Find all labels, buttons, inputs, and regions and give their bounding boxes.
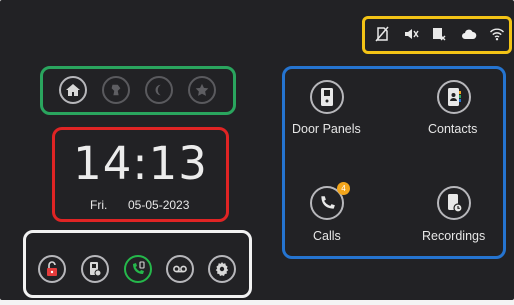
phone-icon (321, 196, 335, 209)
recordings-button[interactable] (437, 186, 471, 220)
voicemail-button[interactable] (166, 255, 194, 283)
door-camera-icon (90, 262, 102, 277)
away-mode-button[interactable] (102, 76, 130, 104)
away-mode-icon (111, 84, 121, 96)
home-mode-button[interactable] (59, 76, 87, 104)
contacts-label: Contacts (428, 122, 478, 136)
night-mode-button[interactable] (145, 76, 173, 104)
bottom-edge (0, 300, 514, 305)
cloud-icon (461, 26, 477, 42)
unlock-button[interactable] (38, 255, 66, 283)
contacts-icon (448, 88, 461, 106)
clock-date: 05-05-2023 (128, 198, 190, 212)
intercom-call-icon (133, 261, 145, 274)
wifi-icon (489, 26, 505, 42)
clock-day: Fri. (90, 198, 108, 212)
calls-badge: 4 (337, 182, 350, 195)
message-cancel-icon (431, 26, 447, 42)
mute-icon (403, 26, 419, 42)
clock-time: 14:13 (73, 137, 208, 190)
door-panels-button[interactable] (310, 80, 344, 114)
home-mode-icon (66, 84, 80, 96)
device-screen: 14:13 Fri. 05-05-2023 Door Panels Contac… (0, 0, 514, 300)
recordings-icon (448, 194, 463, 213)
recordings-label: Recordings (422, 229, 486, 243)
settings-button[interactable] (208, 255, 236, 283)
door-panel-icon (321, 88, 333, 106)
custom-mode-icon (195, 83, 209, 96)
voicemail-icon (173, 265, 187, 273)
door-panels-label: Door Panels (292, 122, 361, 136)
door-camera-button[interactable] (81, 255, 109, 283)
no-sim-icon (374, 26, 390, 42)
contacts-button[interactable] (437, 80, 471, 114)
night-mode-icon (155, 84, 161, 96)
custom-mode-button[interactable] (188, 76, 216, 104)
calls-label: Calls (313, 229, 341, 243)
intercom-call-button[interactable] (124, 255, 152, 283)
unlock-icon (47, 261, 57, 276)
settings-icon (215, 262, 229, 276)
